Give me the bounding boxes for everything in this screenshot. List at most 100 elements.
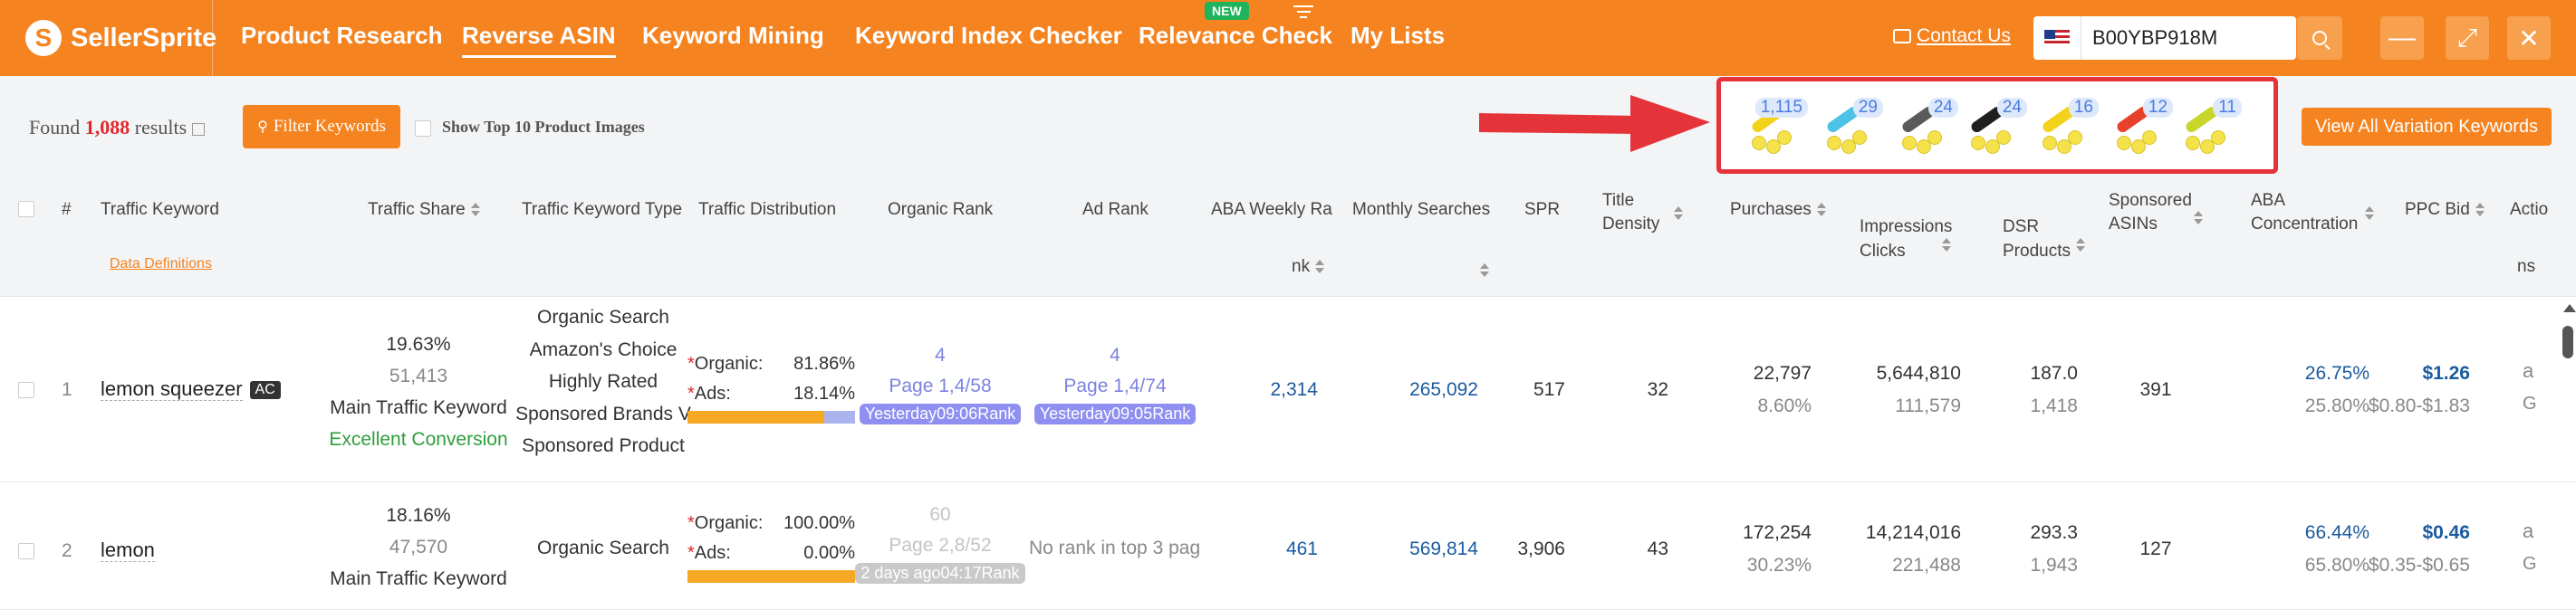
vertical-scrollbar[interactable] (2562, 326, 2573, 358)
header-sponsored-asins[interactable]: ASINs (2109, 210, 2203, 236)
close-button[interactable]: ✕ (2507, 16, 2551, 60)
ads-pct: 0.00% (803, 543, 855, 563)
variation-thumbnail[interactable]: 12 (2108, 98, 2173, 156)
google-icon[interactable]: G (2523, 394, 2537, 415)
variation-thumbnail[interactable]: 29 (1818, 98, 1883, 156)
nav-reverse-asin[interactable]: Reverse ASIN (462, 22, 616, 58)
sponsored-asins-value: 127 (2139, 539, 2172, 559)
keyword-text[interactable]: lemon (101, 539, 155, 562)
lemon-shape (1777, 130, 1792, 145)
us-flag-icon[interactable] (2044, 30, 2070, 46)
monthly-searches[interactable]: 265,092 (1341, 379, 1478, 401)
header-traffic-share[interactable]: Traffic Share (368, 198, 480, 222)
header-index: # (62, 200, 72, 219)
header-clicks[interactable]: Clicks (1860, 237, 1951, 263)
ad-rank-page: Page 1,4/74 (1063, 376, 1167, 396)
sellersprite-logo[interactable]: S SellerSprite (25, 16, 216, 60)
show-top10-toggle[interactable]: Show Top 10 Product Images (415, 118, 645, 137)
sort-icon[interactable] (2475, 202, 2485, 217)
distribution-bar (687, 411, 855, 424)
export-icon[interactable] (192, 122, 206, 136)
ad-rank-value[interactable]: 4 (1029, 345, 1201, 367)
google-icon[interactable]: G (2523, 554, 2537, 575)
monthly-searches[interactable]: 569,814 (1341, 539, 1478, 560)
header-ppc-label: PPC Bid (2405, 200, 2470, 219)
search-button[interactable] (2297, 16, 2342, 60)
header-title-density[interactable]: Title (1602, 189, 1634, 213)
row-checkbox[interactable] (18, 543, 34, 559)
asin-search-box[interactable]: B00YBP918M (2033, 16, 2296, 60)
organic-bar-fill (687, 570, 855, 583)
aba-weekly-rank[interactable]: 2,314 (1205, 379, 1318, 401)
nav-product-research[interactable]: Product Research (241, 22, 443, 50)
variation-thumbnail[interactable]: 11 (2177, 98, 2242, 156)
ad-rank-time[interactable]: Yesterday09:05Rank (1029, 403, 1201, 424)
sponsored-asins-value: 391 (2139, 379, 2172, 400)
header-purchases[interactable]: Purchases (1730, 198, 1826, 222)
top10-checkbox[interactable] (415, 119, 431, 137)
nav-keyword-index-checker[interactable]: Keyword Index Checker (855, 22, 1122, 50)
ads-distribution: *Ads: 0.00% (687, 543, 855, 564)
contact-us-link[interactable]: Contact Us (1893, 25, 2011, 47)
maximize-button[interactable]: ⤢ (2446, 16, 2489, 60)
organic-rank-value[interactable]: 60 (854, 504, 1026, 526)
sort-icon[interactable] (1315, 259, 1325, 274)
variation-keyword-count: 1,115 (1754, 98, 1808, 118)
menu-filter-icon[interactable] (1293, 5, 1313, 22)
purchase-rate: 8.60% (1757, 396, 1812, 416)
organic-rank-value[interactable]: 4 (854, 345, 1026, 367)
header-impressions[interactable]: Impressions (1860, 215, 1952, 239)
minimize-button[interactable]: — (2380, 16, 2424, 60)
header-title-density-2[interactable]: Density (1602, 205, 1684, 236)
keyword-cell[interactable]: lemon (101, 539, 155, 562)
sort-icon[interactable] (2365, 205, 2375, 221)
sort-icon[interactable] (1816, 202, 1826, 217)
organic-rank-time[interactable]: 2 days ago04:17Rank (854, 562, 1026, 584)
distribution-bar (687, 570, 855, 583)
sort-icon[interactable] (1941, 237, 1951, 253)
variation-keyword-count: 24 (1996, 98, 2027, 118)
main-traffic-tag: Main Traffic Keyword (330, 568, 507, 589)
header-keyword[interactable]: Traffic Keyword (101, 198, 219, 222)
clicks-value: 221,488 (1892, 555, 1961, 576)
variation-thumbnail[interactable]: 1,115 (1743, 98, 1808, 156)
sort-icon[interactable] (470, 202, 480, 217)
nav-keyword-mining[interactable]: Keyword Mining (642, 22, 824, 50)
row-checkbox[interactable] (18, 382, 34, 398)
header-traffic-share-label: Traffic Share (368, 200, 466, 219)
variation-thumbnail[interactable]: 16 (2033, 98, 2099, 156)
sort-icon[interactable] (1674, 205, 1684, 221)
keyword-text[interactable]: lemon squeezer (101, 377, 243, 401)
aba-weekly-rank[interactable]: 461 (1205, 539, 1318, 560)
lemon-shape (2043, 136, 2057, 150)
results-summary: Found 1,088 results (29, 116, 206, 139)
nav-relevance-check[interactable]: Relevance Check (1139, 22, 1332, 50)
header-ppc-bid[interactable]: PPC Bid (2405, 198, 2485, 222)
organic-rank-time[interactable]: Yesterday09:06Rank (854, 403, 1026, 424)
ad-rank-none: No rank in top 3 pag (1029, 538, 1201, 558)
table-row[interactable]: 1 lemon squeezer AC 19.63% 51,413 Main Tr… (0, 298, 2576, 482)
select-all-checkbox[interactable] (18, 201, 34, 217)
variation-thumbnail[interactable]: 24 (1893, 98, 1958, 156)
view-all-variation-keywords-button[interactable]: View All Variation Keywords (2302, 108, 2552, 146)
sort-icon[interactable] (2075, 237, 2085, 253)
amazon-icon[interactable]: a (2523, 519, 2533, 543)
header-aba-weekly-rank-suffix[interactable]: nk (1292, 255, 1325, 279)
nav-my-lists[interactable]: My Lists (1350, 22, 1445, 50)
ppc-bid-value: $0.46 (2422, 522, 2470, 543)
sort-icon[interactable] (2193, 210, 2203, 225)
keyword-table: # Traffic Keyword Data Definitions Traff… (0, 176, 2576, 610)
organic-rank-time-pill: Yesterday09:06Rank (859, 404, 1022, 424)
amazon-icon[interactable]: a (2523, 359, 2533, 383)
data-definitions-link[interactable]: Data Definitions (110, 256, 212, 272)
header-aba-concentration-2[interactable]: Concentration (2251, 205, 2375, 236)
table-row[interactable]: 2 lemon 18.16% 47,570 Main Traffic Keywo… (0, 483, 2576, 610)
filter-keywords-button[interactable]: ⚲ Filter Keywords (243, 105, 400, 148)
header-dsr-products[interactable]: Products (2003, 237, 2085, 263)
ads-distribution: *Ads: 18.14% (687, 384, 855, 405)
sort-icon[interactable] (1480, 262, 1489, 278)
keyword-cell[interactable]: lemon squeezer AC (101, 377, 281, 401)
variation-thumbnail[interactable]: 24 (1962, 98, 2027, 156)
asin-search-input[interactable]: B00YBP918M (2081, 16, 2217, 60)
scroll-up-arrow-icon[interactable] (2563, 304, 2576, 312)
